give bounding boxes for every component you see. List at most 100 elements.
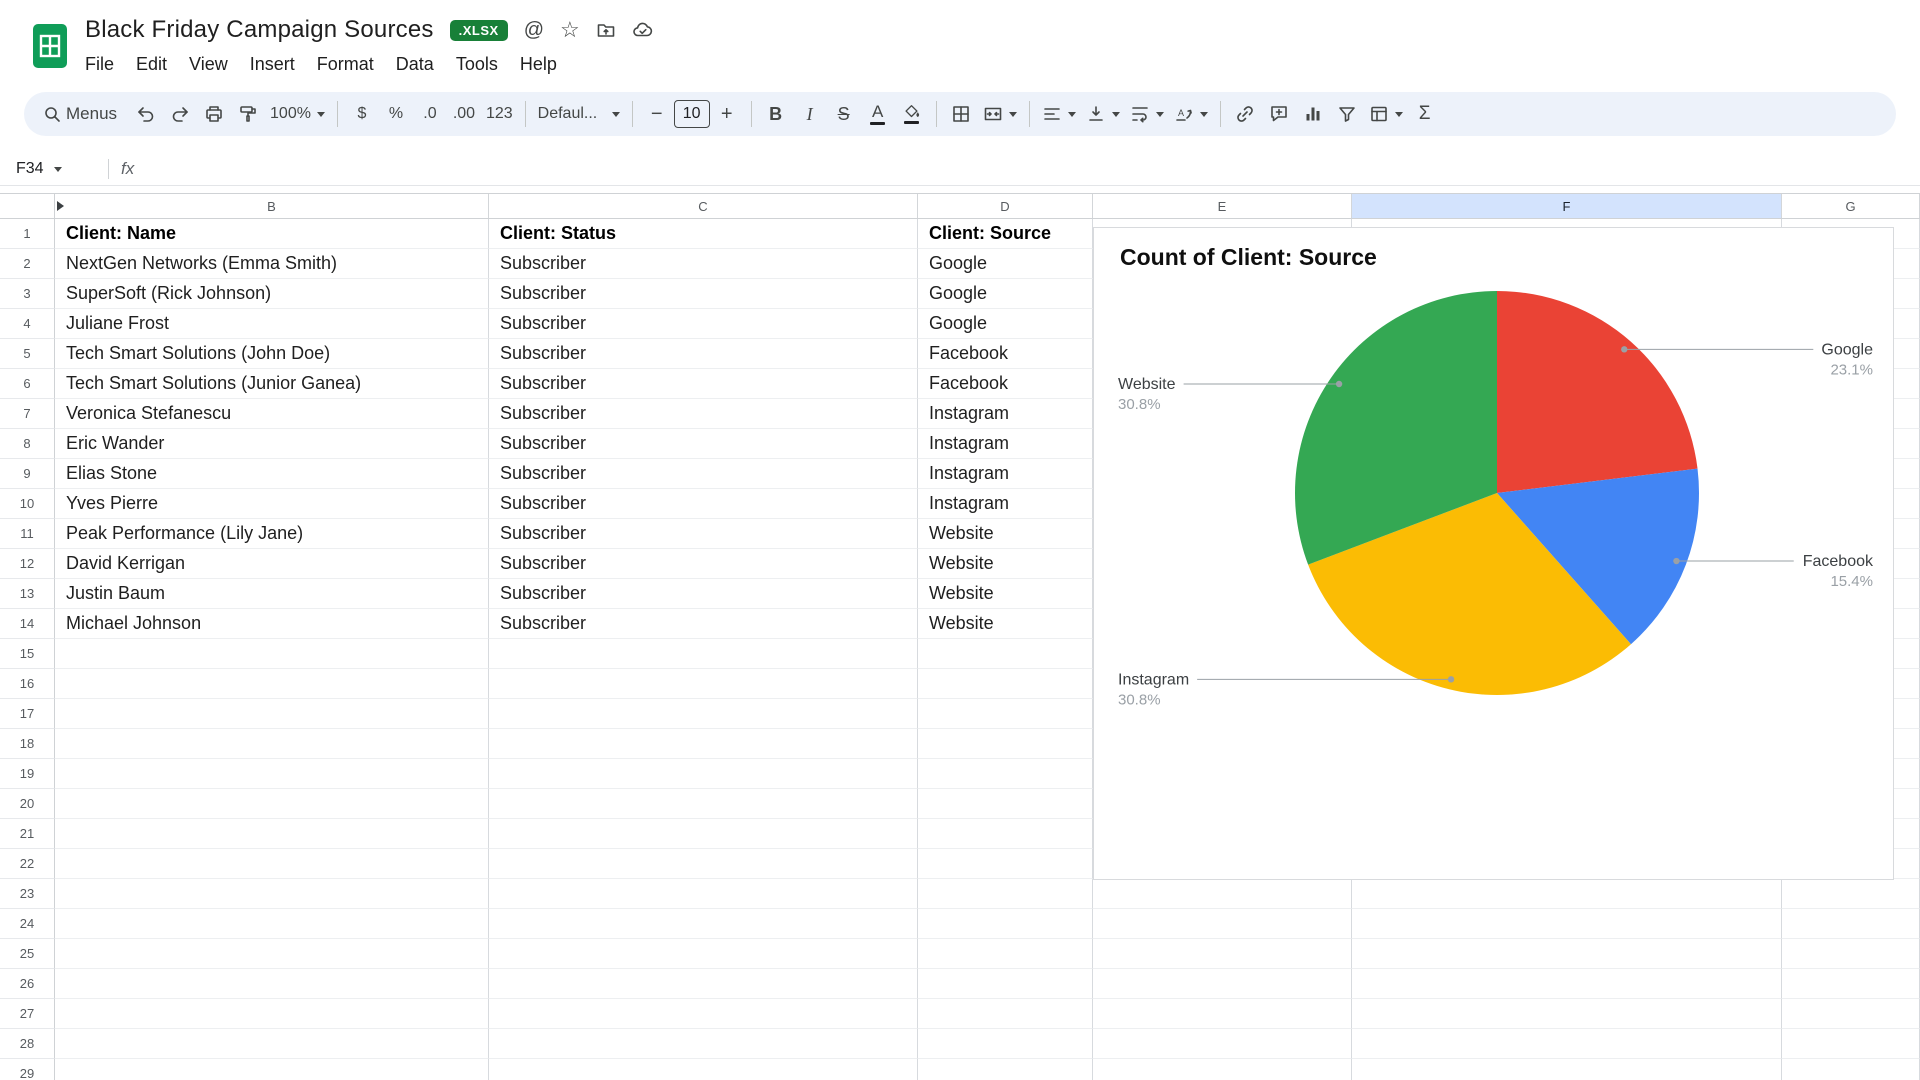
cell-G25[interactable]: [1782, 939, 1920, 969]
cell-B3[interactable]: SuperSoft (Rick Johnson): [55, 279, 489, 309]
cell-F29[interactable]: [1352, 1059, 1782, 1080]
row-header-29[interactable]: 29: [0, 1059, 55, 1080]
cell-C20[interactable]: [489, 789, 918, 819]
cell-F24[interactable]: [1352, 909, 1782, 939]
cell-C22[interactable]: [489, 849, 918, 879]
row-header-22[interactable]: 22: [0, 849, 55, 879]
cell-C9[interactable]: Subscriber: [489, 459, 918, 489]
cell-D18[interactable]: [918, 729, 1093, 759]
cell-D16[interactable]: [918, 669, 1093, 699]
cell-F26[interactable]: [1352, 969, 1782, 999]
google-sheets-logo[interactable]: [33, 24, 67, 68]
cell-D9[interactable]: Instagram: [918, 459, 1093, 489]
cell-E27[interactable]: [1093, 999, 1352, 1029]
zoom-select[interactable]: 100%: [265, 97, 330, 131]
row-header-20[interactable]: 20: [0, 789, 55, 819]
cell-C27[interactable]: [489, 999, 918, 1029]
paint-format-button[interactable]: [231, 97, 265, 131]
row-header-19[interactable]: 19: [0, 759, 55, 789]
row-header-1[interactable]: 1: [0, 219, 55, 249]
cell-B14[interactable]: Michael Johnson: [55, 609, 489, 639]
cell-B11[interactable]: Peak Performance (Lily Jane): [55, 519, 489, 549]
menu-tools[interactable]: Tools: [445, 52, 509, 77]
decrease-font-size-button[interactable]: −: [640, 97, 674, 131]
cell-B27[interactable]: [55, 999, 489, 1029]
pie-chart-card[interactable]: Count of Client: Source Google23.1%Faceb…: [1093, 227, 1894, 880]
cell-C1[interactable]: Client: Status: [489, 219, 918, 249]
undo-button[interactable]: [129, 97, 163, 131]
functions-button[interactable]: Σ: [1408, 97, 1442, 131]
row-header-6[interactable]: 6: [0, 369, 55, 399]
cell-E25[interactable]: [1093, 939, 1352, 969]
cell-G24[interactable]: [1782, 909, 1920, 939]
cell-B2[interactable]: NextGen Networks (Emma Smith): [55, 249, 489, 279]
cell-B23[interactable]: [55, 879, 489, 909]
row-header-8[interactable]: 8: [0, 429, 55, 459]
column-header-G[interactable]: G: [1782, 194, 1920, 218]
cell-D1[interactable]: Client: Source: [918, 219, 1093, 249]
increase-font-size-button[interactable]: +: [710, 97, 744, 131]
bold-button[interactable]: B: [759, 97, 793, 131]
cell-B17[interactable]: [55, 699, 489, 729]
cell-C5[interactable]: Subscriber: [489, 339, 918, 369]
cell-C13[interactable]: Subscriber: [489, 579, 918, 609]
strikethrough-button[interactable]: S: [827, 97, 861, 131]
cell-C16[interactable]: [489, 669, 918, 699]
decrease-decimals-button[interactable]: .0: [413, 97, 447, 131]
row-header-28[interactable]: 28: [0, 1029, 55, 1059]
text-wrap-button[interactable]: [1125, 97, 1169, 131]
cell-C21[interactable]: [489, 819, 918, 849]
cell-D23[interactable]: [918, 879, 1093, 909]
cell-C17[interactable]: [489, 699, 918, 729]
pie-slice-google[interactable]: [1497, 291, 1698, 493]
cell-F28[interactable]: [1352, 1029, 1782, 1059]
cell-D12[interactable]: Website: [918, 549, 1093, 579]
row-header-16[interactable]: 16: [0, 669, 55, 699]
row-header-21[interactable]: 21: [0, 819, 55, 849]
cell-C4[interactable]: Subscriber: [489, 309, 918, 339]
cell-F23[interactable]: [1352, 879, 1782, 909]
table-views-button[interactable]: [1364, 97, 1408, 131]
cell-B6[interactable]: Tech Smart Solutions (Junior Ganea): [55, 369, 489, 399]
cell-B10[interactable]: Yves Pierre: [55, 489, 489, 519]
cell-C3[interactable]: Subscriber: [489, 279, 918, 309]
cell-B7[interactable]: Veronica Stefanescu: [55, 399, 489, 429]
row-header-14[interactable]: 14: [0, 609, 55, 639]
cell-D26[interactable]: [918, 969, 1093, 999]
row-header-18[interactable]: 18: [0, 729, 55, 759]
cell-G23[interactable]: [1782, 879, 1920, 909]
text-rotation-button[interactable]: A: [1169, 97, 1213, 131]
row-header-24[interactable]: 24: [0, 909, 55, 939]
row-header-13[interactable]: 13: [0, 579, 55, 609]
cell-D20[interactable]: [918, 789, 1093, 819]
cell-B12[interactable]: David Kerrigan: [55, 549, 489, 579]
row-header-11[interactable]: 11: [0, 519, 55, 549]
cell-D19[interactable]: [918, 759, 1093, 789]
cell-C26[interactable]: [489, 969, 918, 999]
star-icon[interactable]: ☆: [560, 19, 580, 41]
cell-C29[interactable]: [489, 1059, 918, 1080]
cell-D8[interactable]: Instagram: [918, 429, 1093, 459]
menu-insert[interactable]: Insert: [239, 52, 306, 77]
cell-C28[interactable]: [489, 1029, 918, 1059]
row-header-5[interactable]: 5: [0, 339, 55, 369]
cell-B16[interactable]: [55, 669, 489, 699]
merge-cells-button[interactable]: [978, 97, 1022, 131]
cell-C2[interactable]: Subscriber: [489, 249, 918, 279]
print-button[interactable]: [197, 97, 231, 131]
cell-B15[interactable]: [55, 639, 489, 669]
percent-format-button[interactable]: %: [379, 97, 413, 131]
row-header-23[interactable]: 23: [0, 879, 55, 909]
row-header-15[interactable]: 15: [0, 639, 55, 669]
cell-C8[interactable]: Subscriber: [489, 429, 918, 459]
cell-C6[interactable]: Subscriber: [489, 369, 918, 399]
cell-C10[interactable]: Subscriber: [489, 489, 918, 519]
horizontal-align-button[interactable]: [1037, 97, 1081, 131]
column-header-B[interactable]: B: [55, 194, 489, 218]
insert-comment-button[interactable]: [1262, 97, 1296, 131]
cell-C11[interactable]: Subscriber: [489, 519, 918, 549]
cell-B9[interactable]: Elias Stone: [55, 459, 489, 489]
cell-D3[interactable]: Google: [918, 279, 1093, 309]
cell-D11[interactable]: Website: [918, 519, 1093, 549]
create-filter-button[interactable]: [1330, 97, 1364, 131]
